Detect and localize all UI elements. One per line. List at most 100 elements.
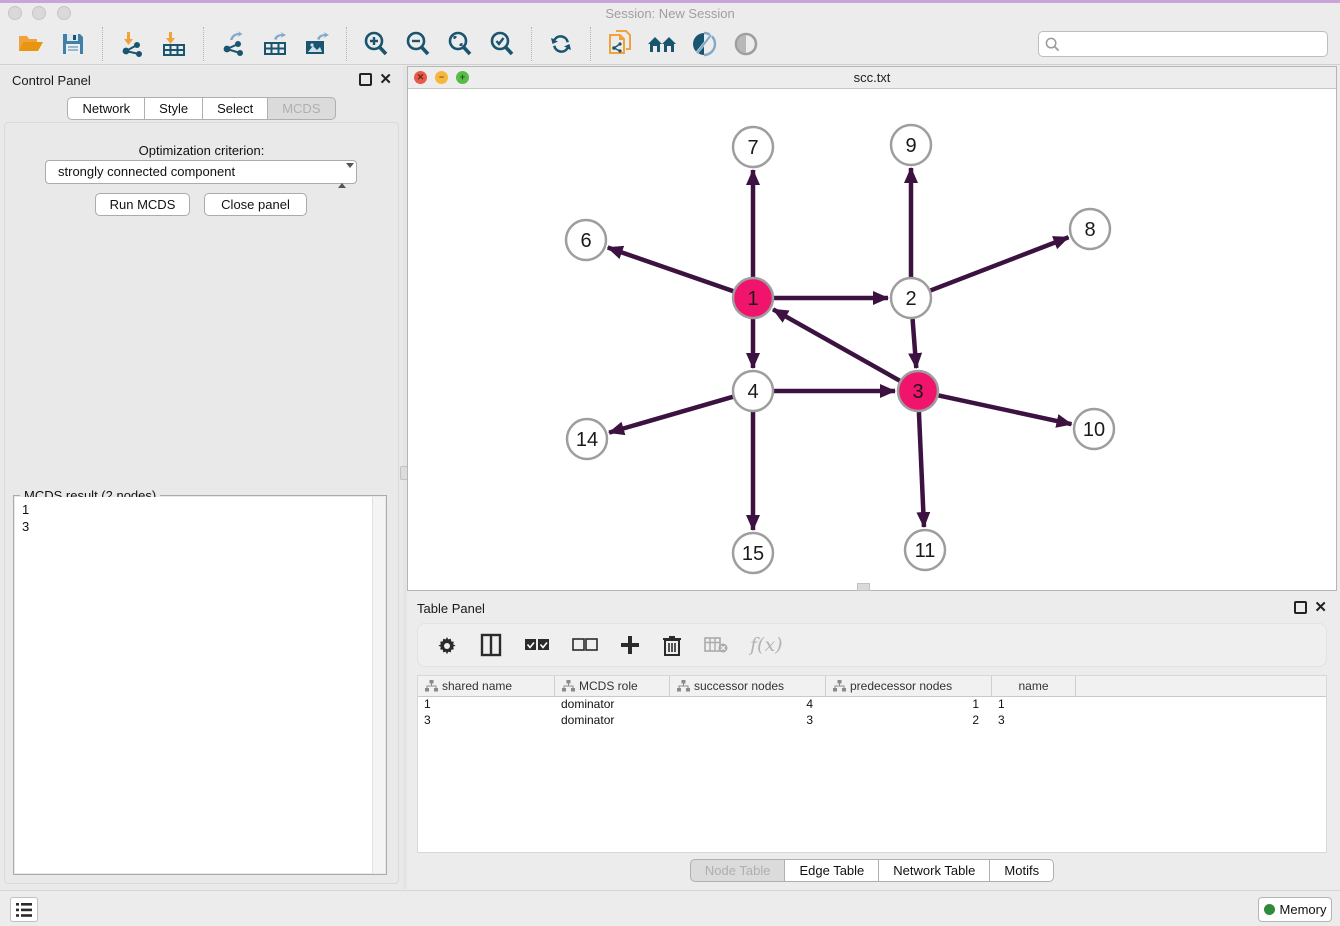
mcds-result-groupbox: MCDS result (2 nodes) 1 3 [13, 495, 387, 875]
cell-shared-name: 3 [418, 713, 555, 729]
optimization-criterion-select[interactable]: strongly connected component [45, 160, 357, 184]
column-header-mcds-role[interactable]: MCDS role [555, 676, 670, 696]
close-panel-icon[interactable]: ✕ [379, 70, 392, 88]
delete-table-button[interactable] [704, 637, 728, 653]
tab-node-table[interactable]: Node Table [690, 859, 786, 882]
graph-node-1[interactable]: 1 [733, 278, 773, 318]
mcds-result-textarea[interactable]: 1 3 [15, 497, 385, 873]
canvas-splitter-handle[interactable] [857, 583, 870, 591]
graph-edge-3-11[interactable] [919, 412, 924, 527]
table-row[interactable]: 3 dominator 3 2 3 [418, 713, 1326, 729]
tab-select[interactable]: Select [203, 97, 268, 120]
table-x-icon [704, 637, 728, 653]
refresh-button[interactable] [544, 28, 578, 60]
network-window-title: scc.txt [408, 67, 1336, 89]
graph-edge-3-10[interactable] [939, 395, 1072, 424]
zoom-out-button[interactable] [401, 28, 435, 60]
memory-status-icon [1264, 904, 1275, 915]
import-network-button[interactable] [115, 28, 149, 60]
graph-edge-2-8[interactable] [931, 237, 1069, 290]
float-panel-icon[interactable] [359, 73, 372, 86]
import-table-button[interactable] [157, 28, 191, 60]
open-session-button[interactable] [14, 28, 48, 60]
function-builder-button[interactable]: f(x) [750, 634, 783, 656]
tab-motifs[interactable]: Motifs [990, 859, 1054, 882]
graph-node-4[interactable]: 4 [733, 371, 773, 411]
cell-shared-name: 1 [418, 697, 555, 713]
maximize-window-icon[interactable] [57, 6, 71, 20]
tab-mcds[interactable]: MCDS [268, 97, 335, 120]
table-row[interactable]: 1 dominator 4 1 1 [418, 697, 1326, 713]
graph-svg: 7 9 6 8 1 2 4 3 14 10 15 11 [408, 89, 1336, 590]
deselect-all-rows-button[interactable] [572, 638, 598, 652]
memory-button[interactable]: Memory [1258, 897, 1332, 922]
tab-network[interactable]: Network [67, 97, 145, 120]
result-scrollbar[interactable] [372, 497, 385, 873]
table-settings-button[interactable] [436, 634, 458, 656]
zoom-in-button[interactable] [359, 28, 393, 60]
close-panel-button[interactable]: Close panel [204, 193, 307, 216]
task-history-button[interactable] [10, 897, 38, 922]
float-panel-icon[interactable] [1294, 601, 1307, 614]
delete-column-button[interactable] [662, 634, 682, 656]
graph-edge-1-6[interactable] [608, 248, 733, 292]
save-session-button[interactable] [56, 28, 90, 60]
export-network-button[interactable] [216, 28, 250, 60]
zoom-fit-button[interactable] [443, 28, 477, 60]
column-header-shared-name[interactable]: shared name [418, 676, 555, 696]
column-header-predecessor-nodes[interactable]: predecessor nodes [826, 676, 992, 696]
close-window-icon[interactable] [8, 6, 22, 20]
graph-edge-2-3[interactable] [913, 319, 917, 368]
table-header-row: shared name MCDS role successor nodes pr… [418, 676, 1326, 697]
graph-node-6[interactable]: 6 [566, 220, 606, 260]
show-all-panels-button[interactable] [645, 28, 679, 60]
column-header-successor-nodes[interactable]: successor nodes [670, 676, 826, 696]
zoom-selected-button[interactable] [485, 28, 519, 60]
close-panel-icon[interactable]: ✕ [1314, 598, 1327, 616]
column-header-name[interactable]: name [992, 676, 1076, 696]
select-all-rows-button[interactable] [524, 638, 550, 652]
search-input[interactable] [1064, 37, 1327, 52]
graph-edge-4-14[interactable] [609, 397, 733, 433]
tab-style[interactable]: Style [145, 97, 203, 120]
cell-mcds-role: dominator [555, 713, 670, 729]
hierarchy-icon [562, 680, 575, 692]
export-table-button[interactable] [258, 28, 292, 60]
toolbar-separator [346, 27, 347, 61]
list-icon [15, 902, 33, 918]
eye-lens-icon [733, 31, 759, 57]
export-image-button[interactable] [300, 28, 334, 60]
graph-edge-3-1[interactable] [773, 309, 900, 380]
graph-node-7[interactable]: 7 [733, 127, 773, 167]
graph-node-9[interactable]: 9 [891, 125, 931, 165]
graph-node-15[interactable]: 15 [733, 533, 773, 573]
minimize-window-icon[interactable] [32, 6, 46, 20]
graph-node-label: 10 [1083, 419, 1105, 441]
control-panel-header: Control Panel ✕ [0, 66, 403, 96]
graph-node-11[interactable]: 11 [905, 530, 945, 570]
network-maximize-icon[interactable]: + [456, 71, 469, 84]
export-table-icon [262, 31, 289, 57]
run-mcds-button[interactable]: Run MCDS [95, 193, 190, 216]
graph-node-8[interactable]: 8 [1070, 209, 1110, 249]
graph-node-label: 3 [912, 381, 923, 403]
tab-network-table[interactable]: Network Table [879, 859, 990, 882]
show-column-panel-button[interactable] [480, 633, 502, 657]
graph-node-label: 8 [1084, 219, 1095, 241]
memory-label: Memory [1280, 902, 1327, 917]
hierarchy-icon [677, 680, 690, 692]
graph-node-14[interactable]: 14 [567, 419, 607, 459]
show-graphics-details-button[interactable] [687, 28, 721, 60]
graph-node-label: 6 [580, 230, 591, 252]
create-column-button[interactable] [620, 635, 640, 655]
tab-edge-table[interactable]: Edge Table [785, 859, 879, 882]
network-canvas[interactable]: 7 9 6 8 1 2 4 3 14 10 15 11 [408, 89, 1336, 590]
graph-node-10[interactable]: 10 [1074, 409, 1114, 449]
graph-node-2[interactable]: 2 [891, 278, 931, 318]
new-network-from-selection-button[interactable] [603, 28, 637, 60]
birds-eye-view-button[interactable] [729, 28, 763, 60]
network-close-icon[interactable]: ✕ [414, 71, 427, 84]
cell-successor-nodes: 4 [670, 697, 826, 713]
graph-node-3[interactable]: 3 [898, 371, 938, 411]
network-minimize-icon[interactable]: − [435, 71, 448, 84]
